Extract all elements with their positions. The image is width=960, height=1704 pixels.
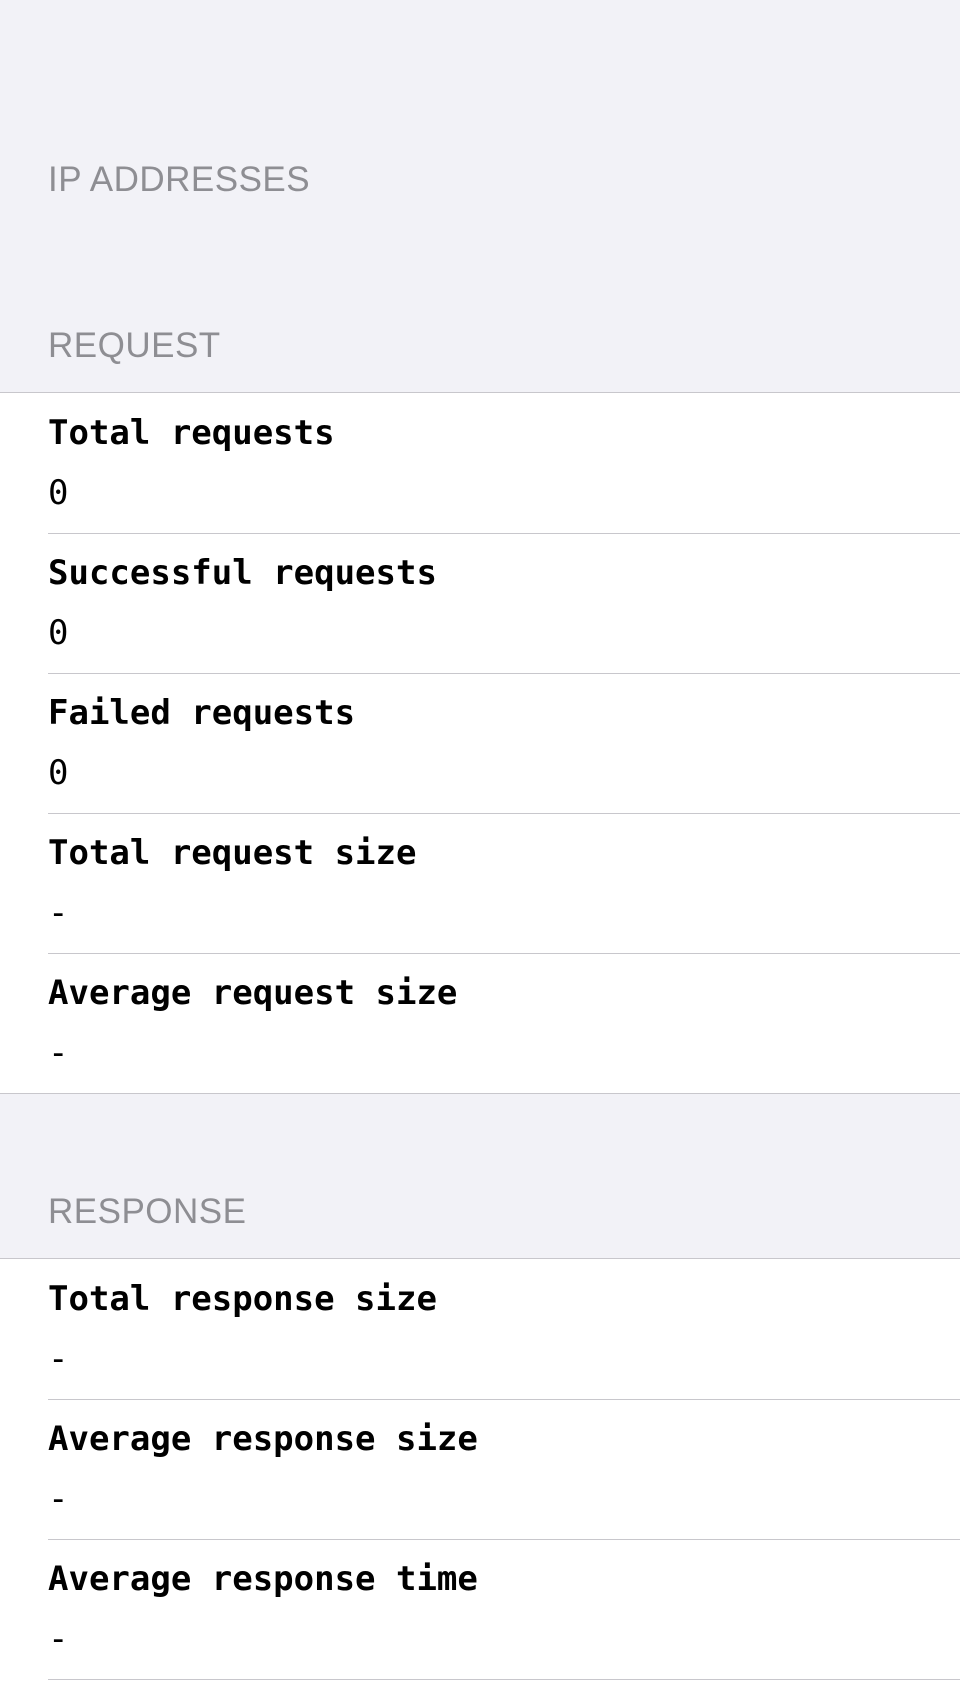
list-item-partial[interactable]	[0, 1679, 960, 1704]
row-title: Failed requests	[48, 693, 356, 733]
row-title: Successful requests	[48, 553, 437, 593]
row-title: Average response size	[48, 1419, 478, 1459]
network-stats-screen: IP ADDRESSES REQUEST Total requests 0 Su…	[0, 0, 960, 1704]
list-item-total-response-size[interactable]: Total response size -	[0, 1259, 960, 1399]
section-header-ip-addresses: IP ADDRESSES	[48, 160, 311, 199]
list-item-total-requests[interactable]: Total requests 0	[0, 393, 960, 533]
row-value: -	[48, 1619, 69, 1659]
list-item-average-response-size[interactable]: Average response size -	[0, 1399, 960, 1539]
list-item-average-request-size[interactable]: Average request size -	[0, 953, 960, 1093]
section-header-request: REQUEST	[48, 326, 221, 365]
list-item-total-request-size[interactable]: Total request size -	[0, 813, 960, 953]
row-value: -	[48, 1479, 69, 1519]
list-item-average-response-time[interactable]: Average response time -	[0, 1539, 960, 1679]
row-title: Average response time	[48, 1559, 478, 1599]
row-value: 0	[48, 613, 69, 653]
list-item-successful-requests[interactable]: Successful requests 0	[0, 533, 960, 673]
section-header-response: RESPONSE	[48, 1192, 247, 1231]
row-value: -	[48, 1339, 69, 1379]
row-value: 0	[48, 753, 69, 793]
request-group: Total requests 0 Successful requests 0 F…	[0, 392, 960, 1094]
row-title: Total requests	[48, 413, 335, 453]
row-title: Total request size	[48, 833, 417, 873]
row-value: -	[48, 893, 69, 933]
list-item-failed-requests[interactable]: Failed requests 0	[0, 673, 960, 813]
row-title: Average request size	[48, 973, 458, 1013]
row-value: 0	[48, 473, 69, 513]
row-title: Total response size	[48, 1279, 437, 1319]
row-value: -	[48, 1033, 69, 1073]
response-group: Total response size - Average response s…	[0, 1258, 960, 1704]
